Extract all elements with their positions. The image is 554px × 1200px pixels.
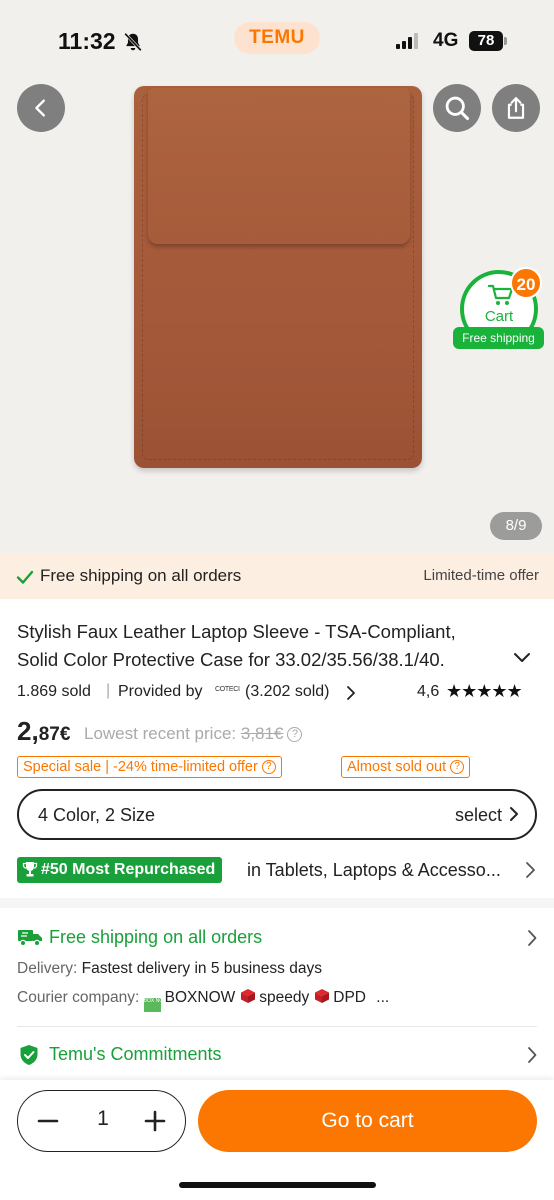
special-sale-text: Special sale | -24% time-limited offer <box>23 759 258 775</box>
limited-offer-label: Limited-time offer <box>423 567 539 584</box>
chevron-right-icon <box>526 862 535 878</box>
divider <box>17 1026 537 1027</box>
quantity-stepper: 1 <box>17 1090 186 1152</box>
courier-boxnow: BOXNOW <box>164 989 236 1006</box>
trophy-icon <box>22 862 38 877</box>
free-shipping-pill: Free shipping <box>453 327 544 349</box>
package-icon <box>241 989 256 1003</box>
courier-label: Courier company: <box>17 989 140 1006</box>
product-title-line-2: Solid Color Protective Case for 33.02/35… <box>17 649 445 670</box>
share-button[interactable] <box>492 84 540 132</box>
store-sold-count[interactable]: (3.202 sold) <box>245 683 330 701</box>
free-shipping-banner: Free shipping on all orders Limited-time… <box>0 554 554 599</box>
product-image <box>134 86 422 468</box>
lowest-price-info[interactable]: Lowest recent price: 3,81€? <box>84 724 303 744</box>
boxnow-logo: BOX NOW <box>143 998 168 1012</box>
delivery-time-line: Delivery: Fastest delivery in 5 business… <box>17 960 322 978</box>
cellular-signal-icon <box>396 33 418 49</box>
almost-sold-out-text: Almost sold out <box>347 759 447 775</box>
lowest-price-value: 3,81€ <box>240 724 284 743</box>
courier-line: Courier company: BOX NOWBOXNOW speedy DP… <box>17 988 389 1012</box>
courier-dpd: DPD <box>333 989 366 1006</box>
plus-icon[interactable] <box>140 1106 170 1136</box>
check-icon <box>16 570 34 584</box>
search-button[interactable] <box>433 84 481 132</box>
special-sale-tag[interactable]: Special sale | -24% time-limited offer? <box>17 756 282 778</box>
select-label: select <box>454 805 502 825</box>
ranking-badge-text: #50 Most Repurchased <box>41 861 216 878</box>
help-icon[interactable]: ? <box>261 760 276 774</box>
share-icon <box>507 97 525 119</box>
chevron-right-icon <box>528 1047 537 1063</box>
rating-value: 4,6 <box>417 683 440 700</box>
chevron-right-icon <box>528 930 537 946</box>
delivery-title: Free shipping on all orders <box>49 927 263 947</box>
battery-tip <box>504 37 507 45</box>
chevron-down-icon[interactable] <box>511 646 533 668</box>
current-price: 2,87€ <box>17 716 70 747</box>
status-bar: 11:32 TEMU 4G 78 <box>0 0 554 70</box>
package-icon <box>315 989 330 1003</box>
store-logo[interactable]: COTECI <box>215 686 240 693</box>
chevron-left-icon <box>35 99 45 117</box>
shipping-banner-text: Free shipping on all orders <box>40 566 242 585</box>
sleeve-flap <box>148 88 410 244</box>
ranking-row[interactable]: #50 Most Repurchased in Tablets, Laptops… <box>17 857 537 885</box>
product-meta-row: 1.869 sold | Provided by COTECI (3.202 s… <box>17 681 537 705</box>
go-to-cart-button[interactable]: Go to cart <box>198 1090 537 1152</box>
cart-count-badge: 20 <box>510 267 542 299</box>
battery-indicator: 78 <box>469 31 503 51</box>
minus-icon[interactable] <box>33 1106 63 1136</box>
help-icon[interactable]: ? <box>287 727 303 742</box>
more-couriers: ... <box>376 989 390 1006</box>
shield-check-icon <box>20 1045 38 1065</box>
help-icon[interactable]: ? <box>450 760 465 774</box>
product-title-line-1: Stylish Faux Leather Laptop Sleeve - TSA… <box>17 621 456 642</box>
bottom-action-bar: 1 Go to cart <box>0 1080 554 1200</box>
commitments-label: Temu's Commitments <box>49 1044 222 1064</box>
variant-summary: 4 Color, 2 Size <box>38 805 156 825</box>
delivery-label: Delivery: <box>17 960 78 977</box>
variant-select-action: select <box>455 805 519 826</box>
meta-separator: | <box>106 682 111 699</box>
courier-speedy: speedy <box>259 989 310 1006</box>
quantity-value[interactable]: 1 <box>88 1107 118 1131</box>
almost-sold-out-tag[interactable]: Almost sold out? <box>341 756 471 778</box>
image-counter: 8/9 <box>490 512 542 540</box>
app-badge: TEMU <box>234 22 320 54</box>
chevron-right-icon[interactable] <box>345 684 357 702</box>
price-integer: 2, <box>17 716 39 746</box>
variant-select-button[interactable]: 4 Color, 2 Size select <box>17 789 537 840</box>
provided-by-label: Provided by <box>118 683 203 700</box>
ranking-category: in Tablets, Laptops & Accesso... <box>247 860 501 880</box>
product-image-gallery[interactable]: Cart 20 Free shipping 8/9 <box>0 70 554 554</box>
back-button[interactable] <box>17 84 65 132</box>
most-repurchased-badge: #50 Most Repurchased <box>17 857 223 883</box>
product-title: Stylish Faux Leather Laptop Sleeve - TSA… <box>17 618 509 674</box>
sold-count: 1.869 sold <box>17 683 91 700</box>
chevron-right-icon <box>510 807 518 821</box>
search-icon <box>445 96 470 121</box>
truck-icon <box>18 930 42 947</box>
bell-muted-icon <box>124 32 142 52</box>
commitments-row[interactable]: Temu's Commitments <box>0 1028 554 1080</box>
delivery-value: Fastest delivery in 5 business days <box>81 960 322 977</box>
rating-stars[interactable]: ★★★★★ <box>446 681 523 702</box>
network-label: 4G <box>433 30 459 51</box>
section-divider <box>0 898 554 908</box>
delivery-section[interactable]: Free shipping on all orders Delivery: Fa… <box>0 908 554 1026</box>
cart-label: Cart <box>484 308 514 325</box>
status-time: 11:32 <box>58 28 116 54</box>
price-decimal: 87€ <box>38 724 71 745</box>
lowest-price-label: Lowest recent price: <box>84 724 237 743</box>
home-indicator[interactable] <box>179 1182 376 1188</box>
